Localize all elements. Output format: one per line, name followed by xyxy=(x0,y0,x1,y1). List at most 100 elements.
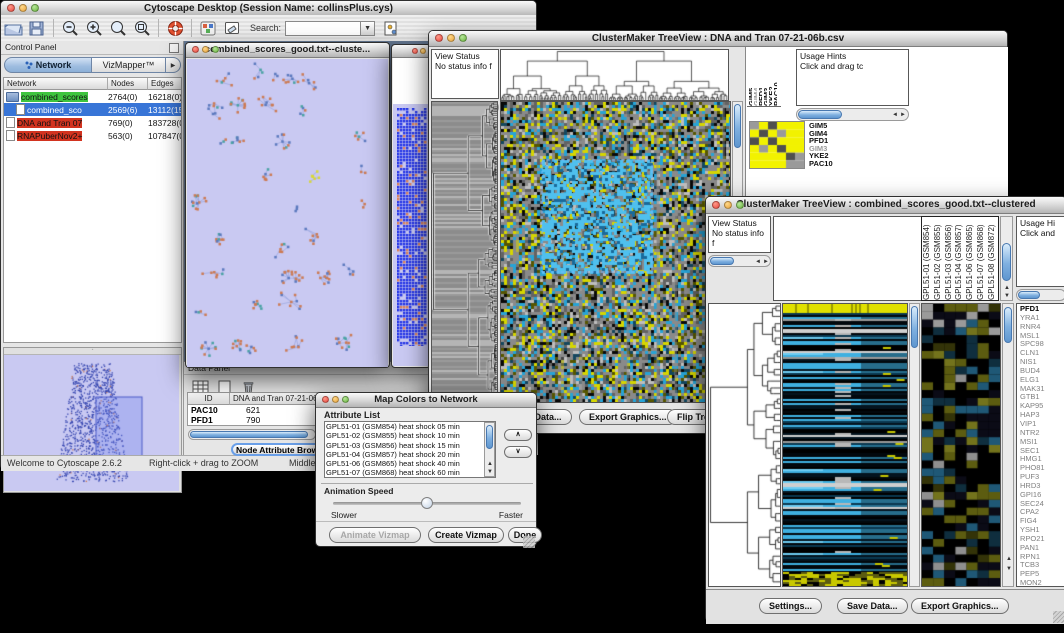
tv2-usage-hscrollbar[interactable] xyxy=(1016,289,1064,301)
attribute-item[interactable]: GPL51-07 (GSM868) heat shock 60 min xyxy=(326,468,494,477)
minimize-icon[interactable] xyxy=(202,46,209,53)
close-icon[interactable] xyxy=(435,34,443,42)
tv2-button[interactable]: Export Graphics... xyxy=(911,598,1009,614)
network2-view[interactable] xyxy=(393,104,431,366)
network-table-header[interactable]: Network Nodes Edges xyxy=(4,78,181,90)
tv2-detail-heatmap[interactable] xyxy=(921,303,1001,587)
attribute-item[interactable]: GPL51-03 (GSM856) heat shock 15 min xyxy=(326,441,494,450)
attribute-item[interactable]: GPL51-04 (GSM857) heat shock 20 min xyxy=(326,450,494,459)
tv2-column-label[interactable]: GPL51-01 (GSM854) xyxy=(922,218,933,300)
scroll-left-icon[interactable]: ◄ xyxy=(892,112,898,118)
network-file-icon[interactable] xyxy=(379,18,403,38)
close-icon[interactable] xyxy=(412,48,418,54)
data-panel-hscrollbar[interactable] xyxy=(188,429,316,440)
tv2-column-label[interactable]: GPL51-02 (GSM855) xyxy=(933,218,944,300)
tv2-detail-vscrollbar[interactable]: ▲ ▼ xyxy=(1002,303,1014,587)
tv1-row-dendrogram[interactable] xyxy=(431,101,498,403)
zoom-icon[interactable] xyxy=(31,4,39,12)
scroll-right-icon[interactable]: ► xyxy=(763,259,769,265)
tv2-column-label[interactable]: GPL51-04 (GSM857) xyxy=(954,218,965,300)
annotation-icon[interactable] xyxy=(220,18,244,38)
scroll-up-icon[interactable]: ▲ xyxy=(487,461,493,467)
tv1-row-label[interactable]: PAC10 xyxy=(809,160,859,168)
open-session-button[interactable] xyxy=(1,18,25,38)
resize-grip[interactable] xyxy=(523,536,535,548)
move-up-button[interactable]: ∧ xyxy=(504,429,532,441)
treeview2-window-controls[interactable] xyxy=(712,201,744,209)
tv2-column-label[interactable]: GPL51-08 (GSM872) xyxy=(987,218,998,300)
save-session-button[interactable] xyxy=(25,18,49,38)
attribute-list-vscrollbar[interactable]: ▲ ▼ xyxy=(484,422,495,477)
tv2-column-label[interactable]: GPL51-03 (GSM856) xyxy=(944,218,955,300)
network-window-controls[interactable] xyxy=(192,46,219,53)
window-controls[interactable] xyxy=(7,4,39,12)
zoom-icon[interactable] xyxy=(342,396,349,403)
network-row[interactable]: combined_sco2569(6)13112(15) xyxy=(4,103,181,116)
scroll-right-icon[interactable]: ► xyxy=(900,112,906,118)
close-icon[interactable] xyxy=(192,46,199,53)
zoom-selected-icon[interactable] xyxy=(130,18,154,38)
zoom-icon[interactable] xyxy=(736,201,744,209)
create-vizmap-button[interactable]: Create Vizmap xyxy=(428,527,504,543)
tv2-gene-list[interactable]: PFD1YRA1RNR4MSL1SPC98CLN1NIS1BUD4ELG1MAK… xyxy=(1016,303,1064,587)
minimize-icon[interactable] xyxy=(19,4,27,12)
network-row[interactable]: RNAPuberNov2+563(0)107847(0) xyxy=(4,129,181,142)
tv2-button[interactable]: Settings... xyxy=(759,598,822,614)
treeview2-titlebar[interactable]: ClusterMaker TreeView : combined_scores_… xyxy=(706,197,1064,214)
help-lifering-icon[interactable] xyxy=(163,18,187,38)
animation-speed-slider[interactable] xyxy=(333,502,521,505)
scroll-up-icon[interactable]: ▲ xyxy=(1006,556,1012,562)
tab-network[interactable]: Network xyxy=(4,57,92,73)
tv2-status-hscrollbar[interactable]: ◄ ► xyxy=(708,255,771,267)
network-canvas[interactable] xyxy=(187,59,388,367)
close-icon[interactable] xyxy=(322,396,329,403)
dense-network-canvas[interactable] xyxy=(397,108,427,346)
tv1-mini-heatmap[interactable] xyxy=(749,121,805,169)
zoom-in-icon[interactable] xyxy=(82,18,106,38)
tv1-usage-hscrollbar[interactable]: ◄ ► xyxy=(796,108,909,121)
zoom-icon[interactable] xyxy=(212,46,219,53)
attribute-list[interactable]: GPL51-01 (GSM854) heat shock 05 minGPL51… xyxy=(324,421,496,478)
minimize-icon[interactable] xyxy=(447,34,455,42)
float-panel-icon[interactable] xyxy=(169,43,179,53)
move-down-button[interactable]: ∨ xyxy=(504,446,532,458)
resize-grip[interactable] xyxy=(1053,611,1064,623)
network-row[interactable]: DNA and Tran 07769(0)183728(0) xyxy=(4,116,181,129)
tv1-column-dendrogram[interactable] xyxy=(500,49,729,101)
dialog-window-controls[interactable] xyxy=(322,396,349,403)
tv2-column-label[interactable]: GPL51-07 (GSM868) xyxy=(976,218,987,300)
search-input[interactable] xyxy=(285,21,361,36)
slider-thumb[interactable] xyxy=(421,497,433,509)
treeview1-window-controls[interactable] xyxy=(435,34,467,42)
zoom-icon[interactable] xyxy=(459,34,467,42)
scroll-left-icon[interactable]: ◄ xyxy=(755,259,761,265)
attribute-item[interactable]: GPL51-01 (GSM854) heat shock 05 min xyxy=(326,422,494,431)
gene-list-item[interactable]: MON2 xyxy=(1020,579,1064,587)
tv2-row-dendrogram[interactable] xyxy=(708,303,781,587)
tv2-column-label[interactable]: GPL51-06 (GSM865) xyxy=(965,218,976,300)
attribute-item[interactable]: GPL51-02 (GSM855) heat shock 10 min xyxy=(326,431,494,440)
attribute-item[interactable]: GPL51-06 (GSM865) heat shock 40 min xyxy=(326,459,494,468)
close-icon[interactable] xyxy=(7,4,15,12)
tv2-button[interactable]: Save Data... xyxy=(837,598,908,614)
tv2-collabel-vscrollbar[interactable]: ▲ ▼ xyxy=(1000,216,1013,301)
network-window2-controls[interactable] xyxy=(412,48,426,54)
minimize-icon[interactable] xyxy=(420,48,426,54)
attr-table-id-header[interactable]: ID xyxy=(188,393,230,405)
search-dropdown-button[interactable]: ▼ xyxy=(361,21,375,36)
treeview1-titlebar[interactable]: ClusterMaker TreeView : DNA and Tran 07-… xyxy=(429,31,1007,47)
dialog-titlebar[interactable]: Map Colors to Network xyxy=(316,393,536,408)
close-icon[interactable] xyxy=(712,201,720,209)
network-window2-titlebar[interactable] xyxy=(392,45,430,58)
plugin-manager-icon[interactable] xyxy=(196,18,220,38)
tab-vizmapper[interactable]: VizMapper™ xyxy=(92,57,166,73)
tv1-button[interactable]: Export Graphics... xyxy=(579,409,677,425)
network-row[interactable]: combined_scores2764(0)16218(0) xyxy=(4,90,181,103)
scroll-up-icon[interactable]: ▲ xyxy=(1004,285,1010,291)
scroll-down-icon[interactable]: ▼ xyxy=(1004,293,1010,299)
zoom-fit-icon[interactable] xyxy=(106,18,130,38)
tv1-column-label[interactable]: PAC10 xyxy=(772,60,777,106)
tv2-heatmap[interactable] xyxy=(782,303,908,587)
panel-splitter[interactable]: ◦ xyxy=(4,348,181,355)
network-window-titlebar[interactable]: combined_scores_good.txt--cluste... xyxy=(186,43,389,58)
